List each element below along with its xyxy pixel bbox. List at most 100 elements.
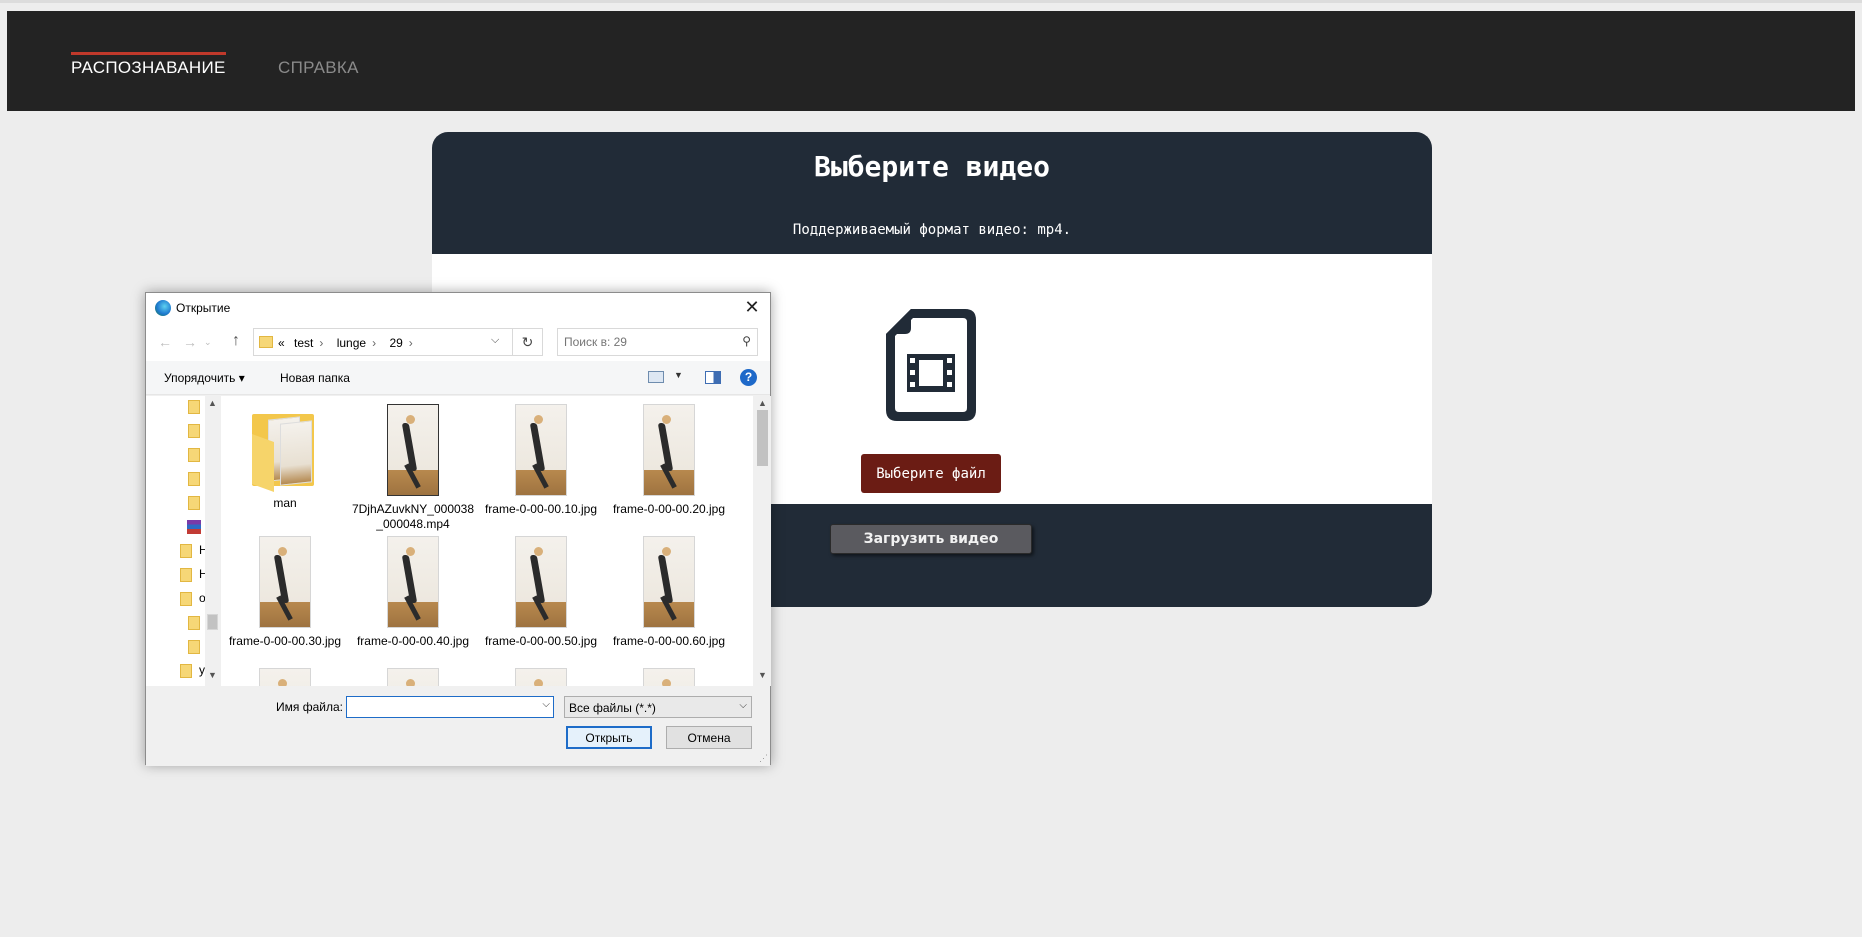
scroll-up-icon[interactable]: ▲ — [208, 398, 217, 408]
open-file-dialog: Открытие ✕ ← → ⌄ ↑ « test › lunge › 29 › ⌵ … — [145, 292, 771, 766]
refresh-icon[interactable]: ↻ — [512, 329, 542, 355]
winrar-archive-icon[interactable] — [187, 520, 201, 534]
file-type-filter[interactable]: Все файлы (*.*) ⌵ — [564, 696, 752, 718]
tree-folder-icon[interactable] — [188, 424, 200, 438]
breadcrumb-overflow[interactable]: « — [278, 336, 285, 350]
tree-folder-icon[interactable] — [180, 568, 192, 582]
tree-scrollbar[interactable]: ▲ ▼ — [205, 396, 220, 686]
image-thumbnail — [643, 668, 695, 686]
file-item-partial[interactable] — [477, 668, 605, 686]
scroll-down-icon[interactable]: ▼ — [758, 670, 767, 680]
file-item-video[interactable]: 7DjhAZuvkNY_000038_000048.mp4 — [349, 404, 477, 532]
panel-title: Выберите видео — [813, 150, 1050, 183]
tree-folder-icon[interactable] — [188, 400, 200, 414]
search-input[interactable] — [564, 334, 724, 350]
upload-video-button[interactable]: Загрузить видео — [830, 524, 1032, 554]
file-type-filter-value: Все файлы (*.*) — [569, 701, 656, 715]
image-thumbnail — [387, 668, 439, 686]
image-thumbnail — [643, 536, 695, 628]
recent-locations-chevron-icon[interactable]: ⌄ — [204, 337, 212, 348]
choose-file-button[interactable]: Выберите файл — [861, 454, 1001, 493]
scroll-up-icon[interactable]: ▲ — [758, 398, 767, 408]
cancel-button[interactable]: Отмена — [666, 726, 752, 749]
video-file-icon — [881, 304, 981, 426]
file-name: frame-0-00-00.30.jpg — [228, 634, 342, 648]
file-list-scrollbar[interactable]: ▲ ▼ — [754, 396, 771, 686]
file-name: man — [273, 496, 297, 510]
preview-pane-icon[interactable] — [705, 371, 721, 384]
breadcrumb: « test › lunge › 29 › — [278, 336, 423, 350]
tree-folder-icon[interactable] — [188, 472, 200, 486]
resize-grip-icon[interactable]: ⋰ — [759, 753, 768, 764]
image-thumbnail — [643, 404, 695, 496]
chevron-down-icon[interactable]: ⌵ — [491, 334, 499, 347]
close-icon[interactable]: ✕ — [742, 297, 762, 317]
panel-subtitle: Поддерживаемый формат видео: mp4. — [792, 222, 1072, 238]
tree-folder-icon[interactable] — [188, 448, 200, 462]
up-arrow-icon[interactable]: ↑ — [232, 332, 240, 350]
active-tab-underline — [71, 52, 226, 55]
tree-folder-icon[interactable] — [180, 592, 192, 606]
file-list: man 7DjhAZuvkNY_000038_000048.mp4 frame-… — [221, 396, 753, 686]
address-bar[interactable]: « test › lunge › 29 › ⌵ ↻ — [253, 328, 543, 356]
search-icon[interactable]: ⚲ — [742, 334, 751, 348]
image-thumbnail — [515, 668, 567, 686]
breadcrumb-item-29[interactable]: 29 — [389, 336, 402, 350]
help-icon[interactable]: ? — [740, 369, 757, 386]
tree-folder-icon[interactable] — [188, 640, 200, 654]
breadcrumb-separator-icon: › — [319, 336, 324, 350]
tree-folder-icon[interactable] — [188, 616, 200, 630]
change-view-icon[interactable] — [648, 371, 664, 383]
breadcrumb-item-test[interactable]: test — [294, 336, 313, 350]
scrollbar-thumb[interactable] — [207, 614, 218, 630]
open-button[interactable]: Открыть — [566, 726, 652, 749]
back-arrow-icon[interactable]: ← — [158, 334, 172, 350]
tree-folder-icon[interactable] — [188, 496, 200, 510]
nav-tab-help[interactable]: СПРАВКА — [278, 58, 359, 78]
dialog-footer: Имя файла: ⌵ Все файлы (*.*) ⌵ Открыть О… — [146, 686, 770, 766]
scrollbar-thumb[interactable] — [757, 410, 768, 466]
file-item-folder[interactable]: man — [221, 404, 349, 511]
file-item-partial[interactable] — [221, 668, 349, 686]
tree-folder-icon[interactable] — [180, 664, 192, 678]
organize-menu[interactable]: Упорядочить ▾ — [164, 371, 245, 385]
tree-folder-icon[interactable] — [180, 544, 192, 558]
nav-tab-recognition-label: РАСПОЗНАВАНИЕ — [71, 58, 226, 77]
filename-label: Имя файла: — [276, 700, 343, 714]
file-name: frame-0-00-00.60.jpg — [612, 634, 726, 648]
video-thumbnail — [387, 404, 439, 496]
breadcrumb-separator-icon: › — [372, 336, 377, 350]
file-item-image[interactable]: frame-0-00-00.20.jpg — [605, 404, 733, 517]
image-thumbnail — [259, 668, 311, 686]
file-name: frame-0-00-00.10.jpg — [484, 502, 598, 516]
scroll-down-icon[interactable]: ▼ — [208, 670, 217, 680]
file-item-image[interactable]: frame-0-00-00.50.jpg — [477, 536, 605, 649]
folder-icon — [250, 404, 320, 493]
nav-tab-help-label: СПРАВКА — [278, 58, 359, 77]
file-name: frame-0-00-00.40.jpg — [356, 634, 470, 648]
address-row: ← → ⌄ ↑ « test › lunge › 29 › ⌵ ↻ ⚲ — [146, 323, 770, 361]
file-item-partial[interactable] — [605, 668, 733, 686]
file-item-image[interactable]: frame-0-00-00.60.jpg — [605, 536, 733, 649]
breadcrumb-separator-icon: › — [408, 336, 413, 350]
file-item-image[interactable]: frame-0-00-00.30.jpg — [221, 536, 349, 649]
new-folder-button[interactable]: Новая папка — [280, 371, 350, 385]
file-name: frame-0-00-00.50.jpg — [484, 634, 598, 648]
forward-arrow-icon[interactable]: → — [183, 334, 197, 350]
file-item-image[interactable]: frame-0-00-00.40.jpg — [349, 536, 477, 649]
dialog-title: Открытие — [176, 301, 231, 315]
dialog-titlebar[interactable]: Открытие ✕ — [146, 293, 770, 323]
breadcrumb-item-lunge[interactable]: lunge — [337, 336, 366, 350]
search-box[interactable]: ⚲ — [557, 328, 758, 356]
file-name: 7DjhAZuvkNY_000038_000048.mp4 — [351, 502, 475, 531]
view-options-chevron-icon[interactable]: ▼ — [674, 370, 683, 380]
file-item-image[interactable]: frame-0-00-00.10.jpg — [477, 404, 605, 517]
chevron-down-icon[interactable]: ⌵ — [739, 700, 747, 711]
nav-tab-recognition[interactable]: РАСПОЗНАВАНИЕ — [71, 52, 226, 78]
image-thumbnail — [259, 536, 311, 628]
dialog-toolbar: Упорядочить ▾ Новая папка ▼ ? — [146, 361, 770, 395]
image-thumbnail — [515, 536, 567, 628]
file-item-partial[interactable] — [349, 668, 477, 686]
navigation-tree: H H o y ▲ ▼ — [146, 396, 220, 686]
chevron-down-icon[interactable]: ⌵ — [542, 699, 550, 710]
